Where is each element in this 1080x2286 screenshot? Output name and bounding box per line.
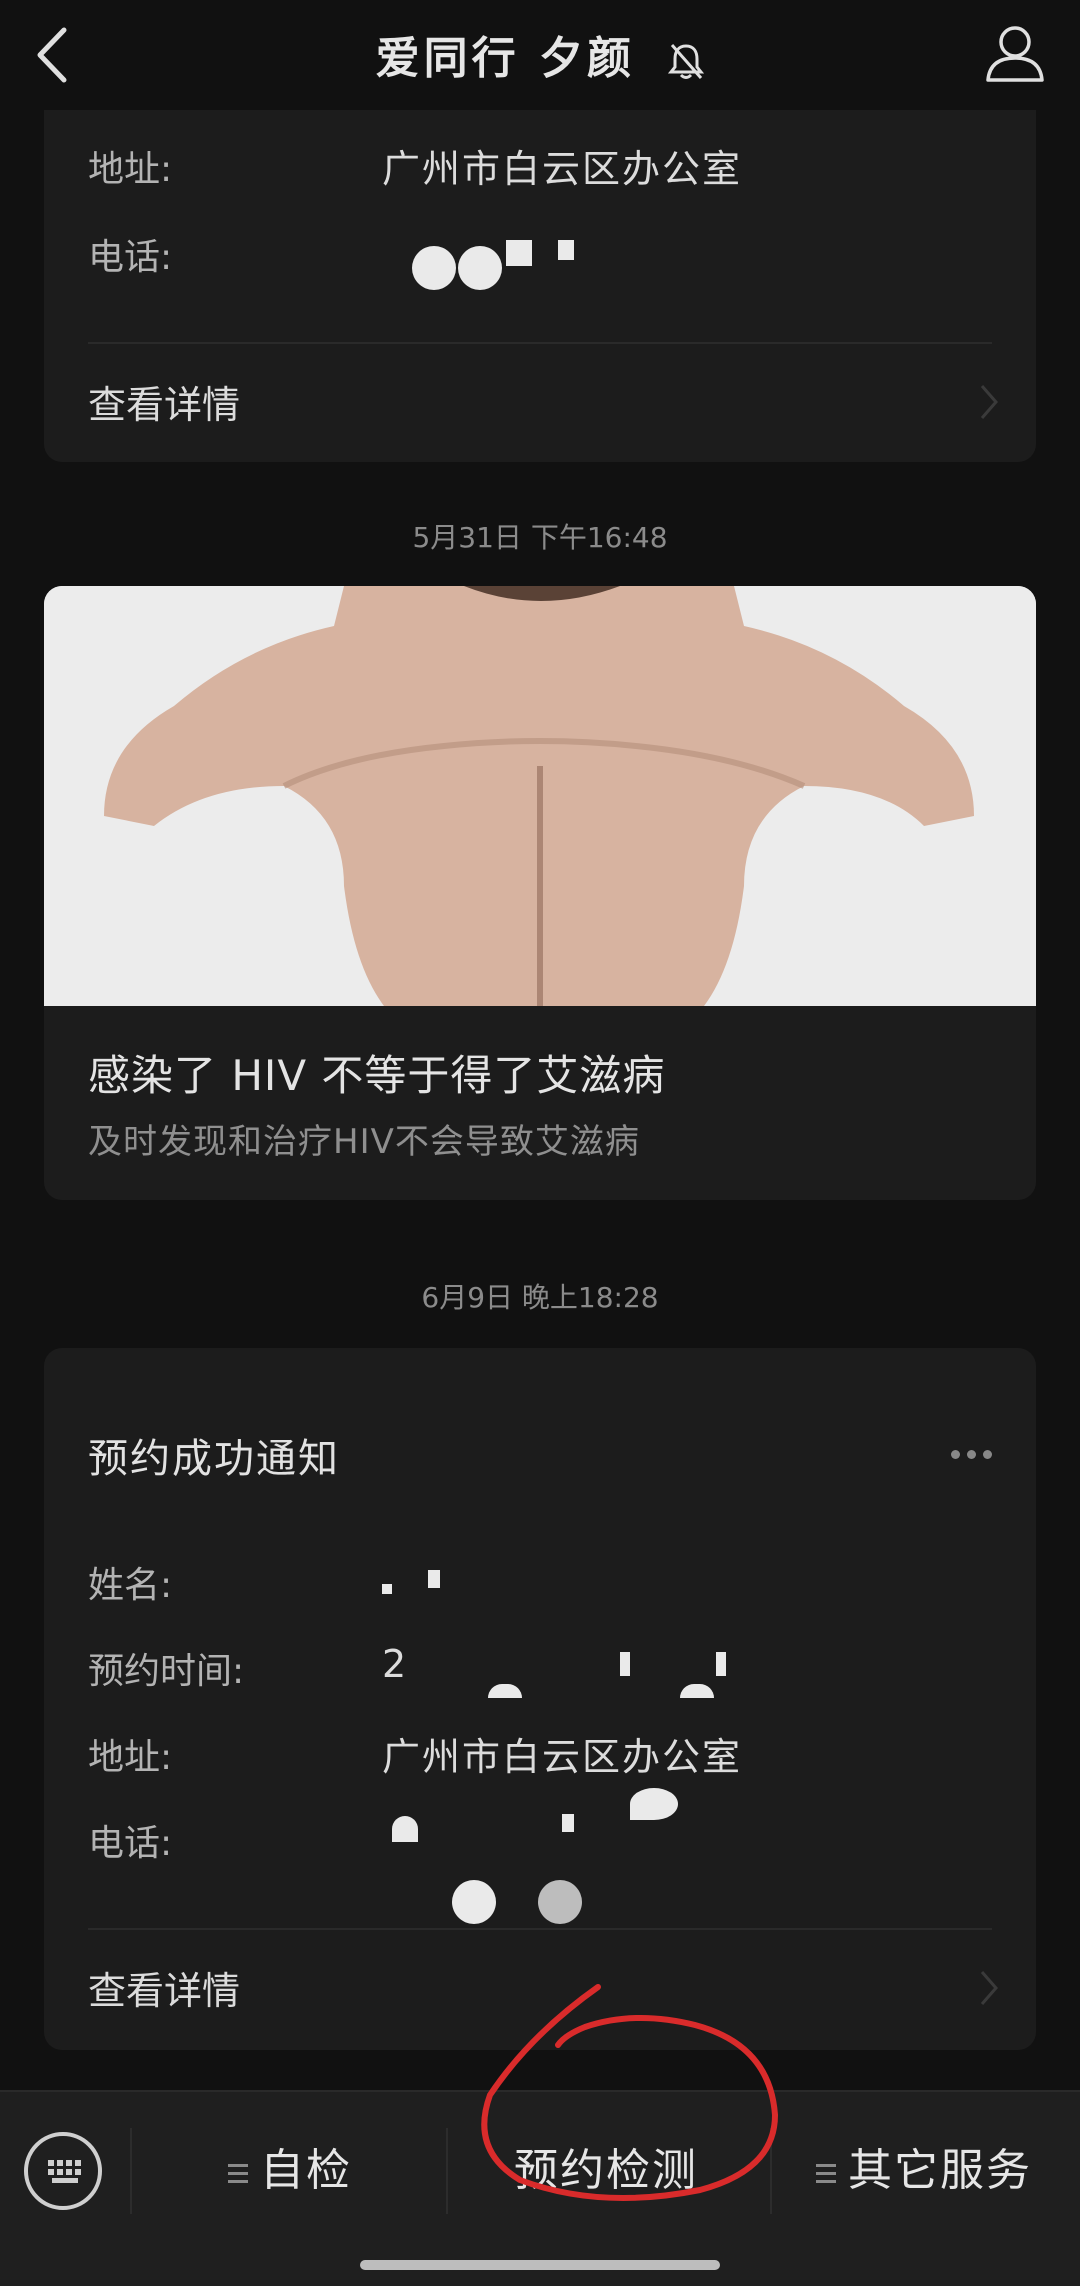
phone-redacted bbox=[382, 1788, 722, 1928]
address-label: 地址: bbox=[88, 149, 173, 190]
menu-tab-self-test[interactable]: 自检 bbox=[228, 2134, 352, 2198]
user-icon[interactable] bbox=[984, 22, 1046, 84]
address-value: 广州市白云区办公室 bbox=[382, 147, 743, 191]
name-redacted bbox=[382, 1566, 502, 1606]
menu-tab-label: 自检 bbox=[260, 2145, 352, 2196]
phone-label: 电话: bbox=[88, 1823, 173, 1864]
name-label: 姓名: bbox=[88, 1565, 173, 1606]
phone-label: 电话: bbox=[88, 237, 173, 278]
view-details-link[interactable]: 查看详情 bbox=[88, 1960, 240, 2015]
home-indicator[interactable] bbox=[360, 2260, 720, 2270]
bottom-menu-bar: 自检 预约检测 其它服务 bbox=[0, 2090, 1080, 2286]
address-label: 地址: bbox=[88, 1737, 173, 1778]
menu-separator bbox=[770, 2128, 772, 2214]
chevron-right-icon bbox=[980, 385, 998, 419]
article-title: 感染了 HIV 不等于得了艾滋病 bbox=[88, 1051, 666, 1100]
appointment-card-top: 地址: 广州市白云区办公室 电话: 查看详情 bbox=[44, 70, 1036, 462]
chat-title: 爱同行 夕颜 bbox=[375, 33, 635, 84]
appointment-success-card: 预约成功通知 姓名: 预约时间: 2 地址: 广州市白云区办公室 电话: 查看详… bbox=[44, 1348, 1036, 2050]
menu-tab-book-test[interactable]: 预约检测 bbox=[514, 2134, 698, 2198]
timestamp: 6月9日 晚上18:28 bbox=[421, 1281, 659, 1314]
menu-tab-other-services[interactable]: 其它服务 bbox=[816, 2134, 1032, 2198]
menu-separator bbox=[130, 2128, 132, 2214]
more-icon[interactable] bbox=[944, 1444, 992, 1463]
appointment-time-label: 预约时间: bbox=[88, 1651, 245, 1692]
article-subtitle: 及时发现和治疗HIV不会导致艾滋病 bbox=[88, 1122, 640, 1162]
keyboard-icon[interactable] bbox=[24, 2132, 102, 2210]
menu-tab-label: 预约检测 bbox=[514, 2145, 698, 2196]
address-value: 广州市白云区办公室 bbox=[382, 1735, 743, 1779]
view-details-link[interactable]: 查看详情 bbox=[88, 374, 240, 429]
bell-off-icon bbox=[668, 44, 705, 79]
chat-title-wrap: 爱同行 夕颜 bbox=[0, 22, 1080, 86]
top-bar: 爱同行 夕颜 bbox=[0, 0, 1080, 110]
article-card[interactable]: 感染了 HIV 不等于得了艾滋病 及时发现和治疗HIV不会导致艾滋病 bbox=[44, 586, 1036, 1200]
timestamp: 5月31日 下午16:48 bbox=[412, 521, 668, 554]
card-divider bbox=[88, 1928, 992, 1930]
menu-list-icon bbox=[816, 2159, 836, 2188]
article-image bbox=[44, 586, 1036, 1006]
card-divider bbox=[88, 342, 992, 344]
chevron-right-icon bbox=[980, 1971, 998, 2005]
notice-title: 预约成功通知 bbox=[88, 1436, 340, 1482]
menu-list-icon bbox=[228, 2159, 248, 2188]
phone-redacted bbox=[382, 240, 642, 290]
menu-tab-label: 其它服务 bbox=[848, 2145, 1032, 2196]
time-redacted bbox=[404, 1648, 744, 1698]
menu-separator bbox=[446, 2128, 448, 2214]
